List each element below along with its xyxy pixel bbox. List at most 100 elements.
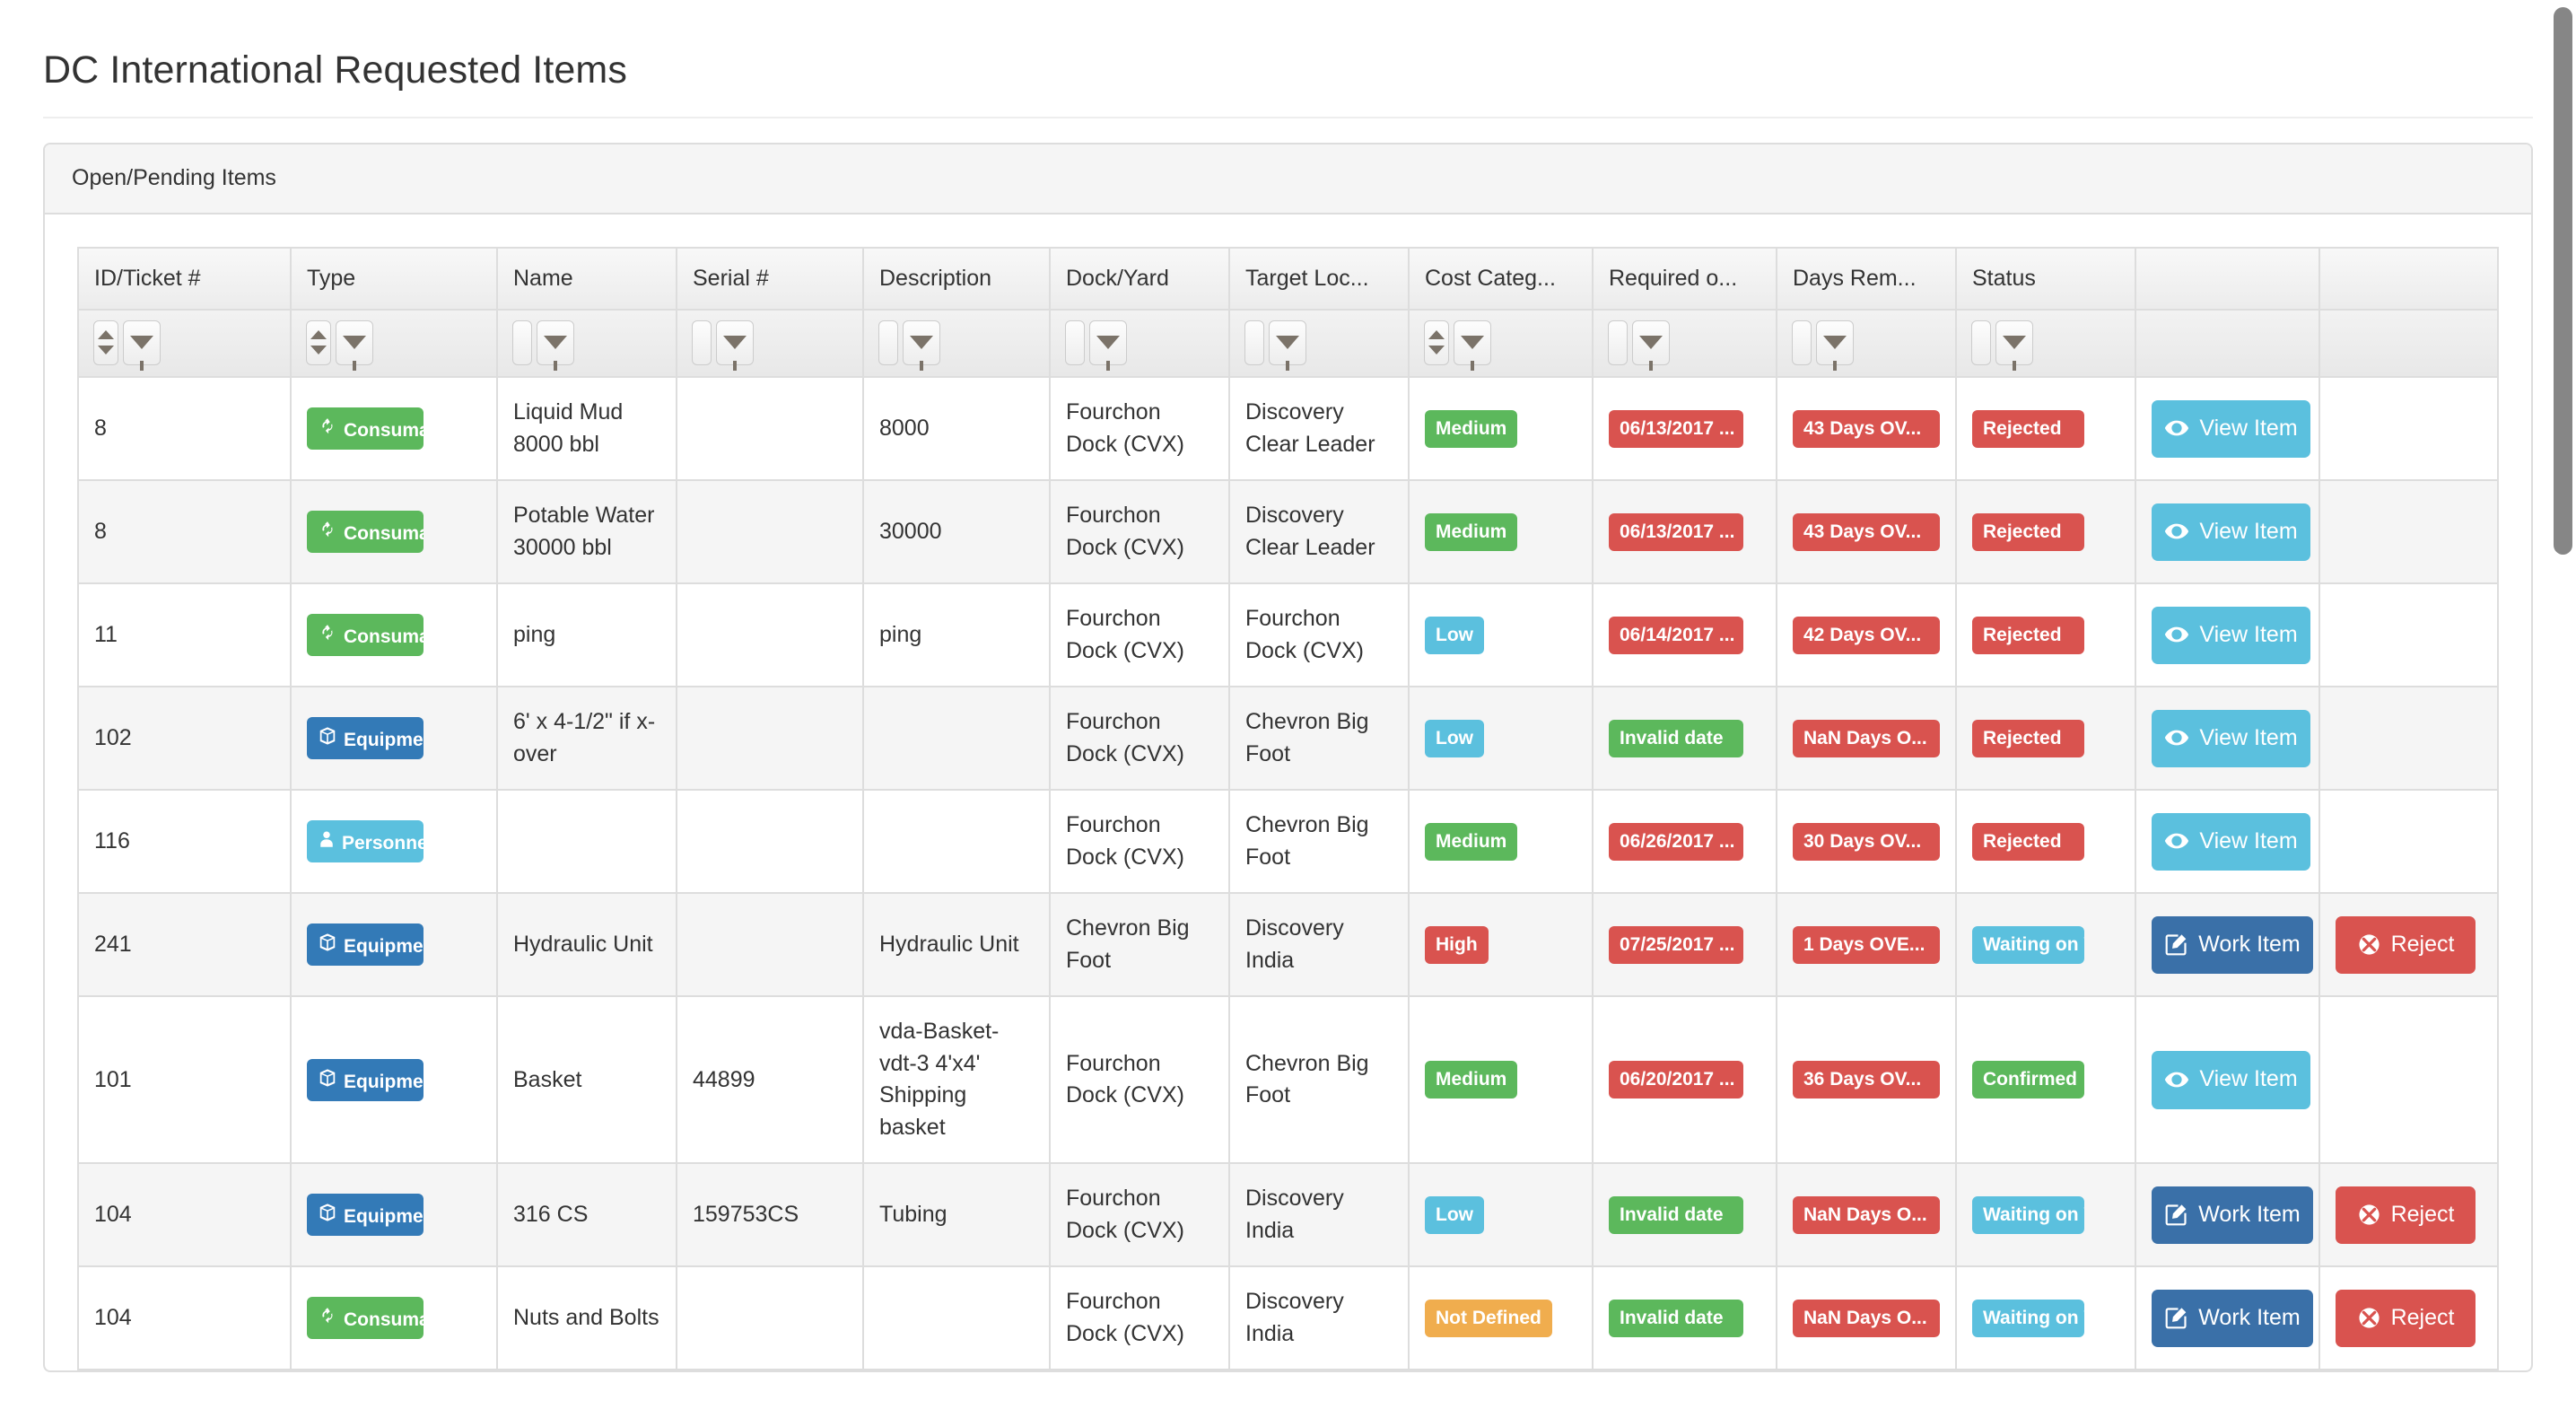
sort-toggle-button[interactable] <box>93 319 118 365</box>
secondary-action-cell: Reject <box>2318 1265 2499 1371</box>
status-badge-label: Waiting on V... <box>1983 1204 2084 1225</box>
column-filter-widget <box>1608 319 1763 372</box>
column-filter-button[interactable] <box>1269 319 1306 372</box>
recycle-icon <box>318 1306 337 1326</box>
cost-category-badge: Medium <box>1425 822 1518 861</box>
view-item-button[interactable]: View Item <box>2152 503 2310 562</box>
work-item-button[interactable]: Work Item <box>2152 1186 2313 1245</box>
grid-column-header[interactable]: Description <box>862 247 1051 311</box>
table-row[interactable]: 8 Consuma... Potable Water 30000 bbl 30000 F… <box>77 479 2499 585</box>
required-on-badge-label: Invalid date <box>1620 1307 1724 1328</box>
grid-column-header[interactable]: ID/Ticket # <box>77 247 292 311</box>
table-row[interactable]: 241 Equipment Hydraulic Unit Hydraulic Unit… <box>77 892 2499 998</box>
grid-column-header[interactable]: Target Loc... <box>1228 247 1410 311</box>
cost-category-cell: Low <box>1408 582 1594 688</box>
column-filter-button[interactable] <box>903 319 940 372</box>
sort-toggle-button[interactable] <box>1424 319 1449 365</box>
name-value: Hydraulic Unit <box>513 932 653 958</box>
column-filter-button[interactable] <box>716 319 754 372</box>
reject-item-button[interactable]: Reject <box>2336 1289 2476 1348</box>
panel-heading-title: Open/Pending Items <box>72 165 276 191</box>
dock-yard-value: Fourchon Dock (CVX) <box>1066 812 1184 870</box>
grid-column-header-label: Dock/Yard <box>1066 266 1169 292</box>
view-item-button[interactable]: View Item <box>2152 1051 2310 1109</box>
target-location-value: Fourchon Dock (CVX) <box>1245 606 1364 663</box>
cube-icon <box>318 1068 337 1088</box>
table-row[interactable]: 104 Consuma... Nuts and Bolts Fourchon Dock… <box>77 1265 2499 1371</box>
grid-column-header[interactable]: Cost Categ... <box>1408 247 1594 311</box>
table-row[interactable]: 116 Personnel Fourchon Dock (CVX) Chevron B… <box>77 789 2499 895</box>
required-on-cell: Invalid date <box>1592 1162 1777 1268</box>
target-location-value: Discovery India <box>1245 1289 1344 1346</box>
column-filter-button[interactable] <box>123 319 161 372</box>
grid-column-filter-cell <box>676 309 864 379</box>
grid-column-filter-cell <box>1049 309 1230 379</box>
column-filter-button[interactable] <box>537 319 574 372</box>
table-row[interactable]: 104 Equipment 316 CS 159753CS Tubing Fourchon… <box>77 1162 2499 1268</box>
reject-item-button[interactable]: Reject <box>2336 1186 2476 1245</box>
work-item-button[interactable]: Work Item <box>2152 915 2313 975</box>
name-cell: Liquid Mud 8000 bbl <box>496 376 677 482</box>
view-item-button[interactable]: View Item <box>2152 709 2310 768</box>
days-remaining-badge-label: 1 Days OVE... <box>1803 933 1925 955</box>
grid-filter-row <box>77 309 2499 379</box>
table-row[interactable]: 101 Equipment Basket 44899 vda-Basket-vdt-3 … <box>77 995 2499 1165</box>
work-item-button[interactable]: Work Item <box>2152 1289 2313 1348</box>
view-item-button[interactable]: View Item <box>2152 812 2310 871</box>
reject-item-button[interactable]: Reject <box>2336 915 2476 975</box>
column-filter-button[interactable] <box>1816 319 1854 372</box>
days-remaining-badge: 30 Days OV... <box>1793 822 1940 861</box>
grid-column-header-label: Status <box>1972 266 2036 292</box>
work-item-button-label: Work Item <box>2198 1304 2301 1330</box>
days-remaining-cell: NaN Days O... <box>1776 1265 1957 1371</box>
reject-item-button-label: Reject <box>2390 931 2455 957</box>
table-row[interactable]: 8 Consuma... Liquid Mud 8000 bbl 8000 Fourch… <box>77 376 2499 482</box>
column-filter-button[interactable] <box>1089 319 1127 372</box>
cost-category-cell: Low <box>1408 1162 1594 1268</box>
grid-body: 8 Consuma... Liquid Mud 8000 bbl 8000 Fourch… <box>77 376 2499 1371</box>
cost-category-badge-label: Medium <box>1436 830 1507 852</box>
grid-column-header[interactable]: Name <box>496 247 677 311</box>
status-badge: Rejected <box>1972 616 2084 654</box>
grid-column-header[interactable]: Status <box>1955 247 2136 311</box>
primary-action-cell: View Item <box>2135 376 2320 482</box>
type-badge-label: Equipment <box>344 1206 424 1228</box>
table-row[interactable]: 102 Equipment 6' x 4-1/2" if x- over Fourch… <box>77 686 2499 792</box>
status-badge: Rejected <box>1972 822 2084 861</box>
name-value: 316 CS <box>513 1202 589 1228</box>
dock-yard-value: Fourchon Dock (CVX) <box>1066 399 1184 457</box>
grid-column-header[interactable]: Dock/Yard <box>1049 247 1230 311</box>
grid-column-filter-cell <box>862 309 1051 379</box>
column-filter-button[interactable] <box>1454 319 1491 372</box>
grid-column-header[interactable]: Required o... <box>1592 247 1777 311</box>
column-filter-button[interactable] <box>1632 319 1670 372</box>
days-remaining-badge-label: NaN Days O... <box>1803 727 1927 748</box>
view-item-button[interactable]: View Item <box>2152 399 2310 459</box>
grid-column-header[interactable]: Days Rem... <box>1776 247 1957 311</box>
title-divider <box>43 117 2533 119</box>
type-badge-label: Consuma... <box>344 523 424 545</box>
dock-yard-cell: Fourchon Dock (CVX) <box>1049 376 1230 482</box>
days-remaining-cell: 1 Days OVE... <box>1776 892 1957 998</box>
days-remaining-badge: 36 Days OV... <box>1793 1061 1940 1099</box>
page-scrollbar-track[interactable] <box>2552 0 2576 1418</box>
grid-column-header[interactable] <box>2135 247 2320 311</box>
eye-icon <box>2164 725 2189 750</box>
sort-toggle-button[interactable] <box>306 319 331 365</box>
reject-item-button-label: Reject <box>2390 1201 2455 1227</box>
id-ticket-cell: 8 <box>77 479 292 585</box>
grid-column-header[interactable] <box>2318 247 2499 311</box>
grid-column-header[interactable]: Type <box>290 247 498 311</box>
cube-icon <box>318 1203 337 1222</box>
eye-icon <box>2164 828 2189 853</box>
column-filter-button[interactable] <box>1995 319 2033 372</box>
serial-cell <box>676 789 864 895</box>
page-root: DC International Requested Items Open/Pe… <box>0 0 2576 1418</box>
page-scrollbar-thumb[interactable] <box>2554 7 2572 555</box>
grid-column-header[interactable]: Serial # <box>676 247 864 311</box>
name-cell: 6' x 4-1/2" if x- over <box>496 686 677 792</box>
view-item-button[interactable]: View Item <box>2152 606 2310 665</box>
table-row[interactable]: 11 Consuma... ping ping Fourchon Dock (CVX) F… <box>77 582 2499 688</box>
column-filter-button[interactable] <box>336 319 373 372</box>
dock-yard-cell: Chevron Big Foot <box>1049 892 1230 998</box>
